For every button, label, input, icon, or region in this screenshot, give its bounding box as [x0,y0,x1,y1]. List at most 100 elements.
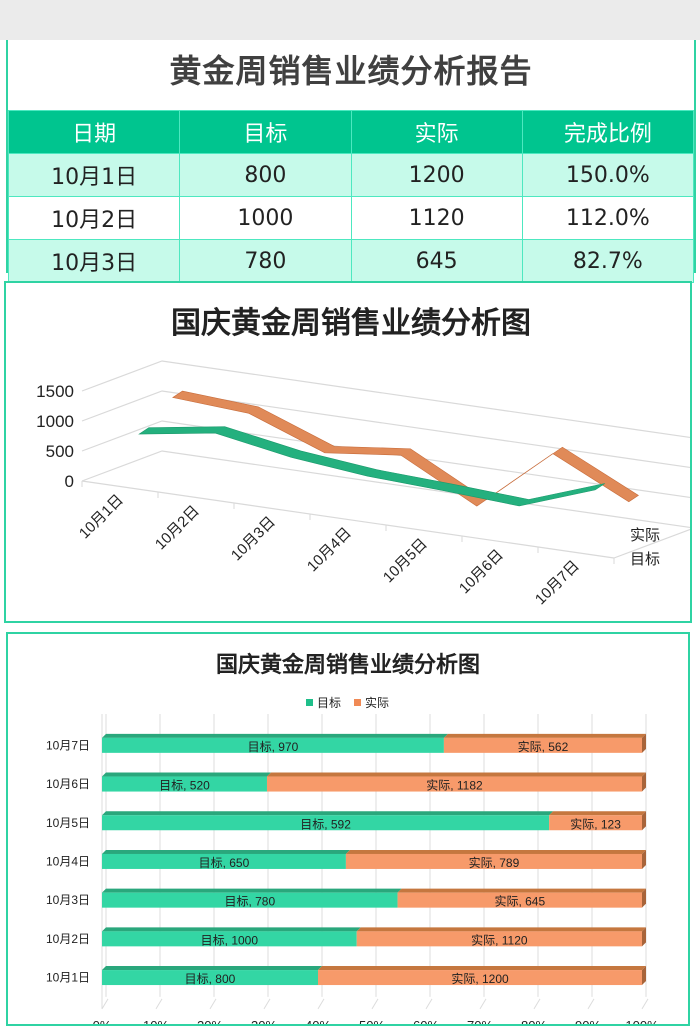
x-tick-label: 10月1日 [76,491,127,542]
table-row: 10月1日 800 1200 150.0% [7,153,695,197]
y-tick-label: 10月3日 [46,893,90,907]
legend-label-target: 目标 [317,696,341,710]
bar-top-face [102,888,402,893]
y-tick-label: 10月2日 [46,932,90,946]
column-header-date: 日期 [7,110,181,154]
x-tick [317,998,325,1010]
y-tick-label: 500 [46,442,74,461]
x-tick-label: 10月2日 [152,502,203,553]
x-tick-label: 50% [359,1018,385,1024]
y-tick-label: 1500 [36,382,74,401]
data-label: 实际, 1200 [451,971,509,986]
x-tick [587,998,595,1010]
cell-date: 10月1日 [7,153,181,197]
bar-top-face [397,888,646,893]
bar-top-face [102,927,361,932]
bar-top-face [102,772,271,777]
depth-label-actual: 实际 [630,527,660,544]
cell-actual: 1120 [350,196,523,240]
x-tick-label: 10月3日 [228,513,279,564]
x-tick [209,998,217,1010]
cell-actual: 1200 [350,153,523,197]
gridline [81,450,695,529]
data-label: 实际, 562 [518,739,569,754]
x-tick-label: 70% [467,1018,493,1024]
x-tick [479,998,487,1010]
depth-label-target: 目标 [630,551,660,568]
x-tick-label: 30% [251,1018,277,1024]
cell-target: 800 [179,153,352,197]
x-tick-label: 10月4日 [304,524,355,575]
data-label: 目标, 520 [159,779,210,793]
table-row: 10月2日 1000 1120 112.0% [7,196,695,240]
line-chart-panel: 国庆黄金周销售业绩分析图 0 500 1000 1500 10月1日 10月2日 10月3… [4,281,695,623]
data-label: 实际, 123 [570,816,621,831]
x-tick [155,998,163,1010]
x-tick [533,998,541,1010]
series-ribbon-实际 [172,390,639,507]
bar-top-face [549,811,646,816]
table-row: 10月3日 780 645 82.7% [7,239,695,283]
gridline [81,360,695,439]
line-chart-title: 国庆黄金周销售业绩分析图 [171,306,531,340]
x-tick-label: 80% [521,1018,547,1024]
data-label: 实际, 1182 [426,778,483,793]
y-tick-label: 10月7日 [46,738,90,752]
x-tick-label: 0% [93,1018,112,1024]
bar-top-face [266,772,646,777]
legend: 目标 实际 [306,695,389,710]
column-header-actual: 实际 [350,110,523,154]
x-tick [101,998,109,1010]
legend-swatch-target [306,699,313,706]
y-tick-label: 10月5日 [46,816,90,830]
x-tick [641,998,649,1010]
line-chart: 国庆黄金周销售业绩分析图 0 500 1000 1500 10月1日 10月2日 10月3… [36,306,695,608]
x-tick [263,998,271,1010]
bar-chart-title: 国庆黄金周销售业绩分析图 [216,652,480,677]
x-tick-label: 10月5日 [380,535,431,586]
cell-date: 10月2日 [7,196,181,240]
cell-date: 10月3日 [7,239,181,283]
x-tick-label: 40% [305,1018,331,1024]
data-label: 实际, 1120 [471,932,528,947]
legend-label-actual: 实际 [365,695,389,710]
data-label: 目标, 1000 [201,933,259,947]
bar-top-face [102,811,554,816]
column-header-completion: 完成比例 [521,110,695,154]
x-tick-label: 60% [413,1018,439,1024]
cell-completion: 150.0% [521,153,695,197]
cell-completion: 112.0% [521,196,695,240]
cell-completion: 82.7% [521,239,695,283]
cell-target: 1000 [179,196,352,240]
report-table-section: 黄金周销售业绩分析报告 日期 目标 实际 完成比例 10月1日 800 1200… [6,40,696,283]
sales-table: 日期 目标 实际 完成比例 10月1日 800 1200 150.0% 10月2… [7,110,695,283]
bar-chart-panel: 国庆黄金周销售业绩分析图 目标 实际 目标, 970 实际, 562 目标, 520… [6,632,690,1030]
bar-top-face [318,966,646,971]
data-label: 实际, 645 [494,894,545,909]
bar-chart: 国庆黄金周销售业绩分析图 目标 实际 目标, 970 实际, 562 目标, 520… [46,652,659,1030]
column-header-target: 目标 [179,110,352,154]
report-title: 黄金周销售业绩分析报告 [169,52,533,90]
bar-top-face [102,966,322,971]
y-tick-label: 10月1日 [46,971,90,985]
data-label: 目标, 780 [224,895,275,909]
y-tick-label: 0 [65,472,74,491]
data-label: 目标, 650 [199,856,250,870]
top-bar [0,0,700,40]
legend-swatch-actual [354,699,361,706]
y-tick-label: 1000 [36,412,74,431]
x-tick-label: 100% [625,1018,659,1024]
y-tick-label: 10月6日 [46,777,90,791]
bar-top-face [345,849,646,854]
x-tick-label: 20% [197,1018,223,1024]
x-tick-label: 90% [575,1018,601,1024]
table-header-row: 日期 目标 实际 完成比例 [7,110,695,154]
bar-top-face [356,927,646,932]
x-tick [425,998,433,1010]
cell-actual: 645 [350,239,523,283]
y-tick-label: 10月4日 [46,854,90,868]
bar-top-face [443,733,646,738]
data-label: 目标, 592 [300,817,351,831]
data-label: 目标, 970 [248,740,299,754]
cell-target: 780 [179,239,352,283]
